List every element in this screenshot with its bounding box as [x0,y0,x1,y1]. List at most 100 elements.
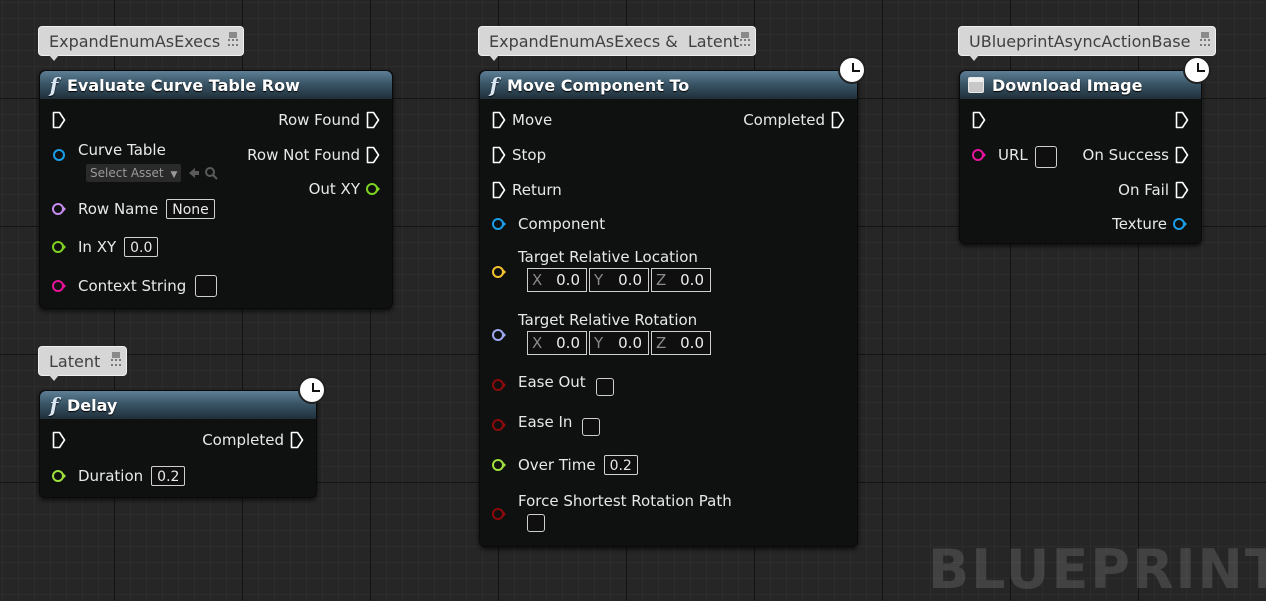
completed-pin[interactable]: Completed [743,109,845,131]
bool-pin-icon[interactable] [492,507,506,521]
completed-pin[interactable]: Completed [202,429,304,451]
pin-comment-icon[interactable] [739,31,751,53]
row-not-found-pin[interactable]: Row Not Found [247,144,380,166]
exec-in-pin[interactable] [972,109,986,131]
ease-out-pin[interactable]: Ease Out [492,373,614,396]
function-icon: f [489,73,499,97]
delay-node[interactable]: f Delay Completed Duration 0.2 [39,390,317,498]
vector2d-pin-icon[interactable] [52,240,66,254]
exec-pin-icon[interactable] [1175,111,1189,129]
comment-bubble-delay[interactable]: Latent [38,346,127,381]
browse-asset-icon[interactable] [204,166,218,180]
rotator-pin-icon[interactable] [492,328,506,342]
exec-pin-icon[interactable] [52,111,66,129]
node-title: Evaluate Curve Table Row [67,75,300,95]
exec-pin-icon[interactable] [831,111,845,129]
vector-pin-icon[interactable] [492,265,506,279]
row-name-field[interactable]: None [166,199,215,219]
name-pin-icon[interactable] [52,202,66,216]
force-shortest-pin[interactable] [492,503,506,525]
exec-pin-icon[interactable] [972,111,986,129]
exec-pin-icon[interactable] [1175,181,1189,199]
row-name-pin[interactable]: Row Name None [52,198,215,220]
rotation-y-field[interactable]: Y 0.0 [589,331,649,355]
row-found-pin[interactable]: Row Found [278,109,380,131]
exec-pin-icon[interactable] [366,146,380,164]
exec-pin-icon[interactable] [492,181,506,199]
vector2d-pin-icon[interactable] [366,182,380,196]
exec-in-pin[interactable] [52,109,66,131]
exec-pin-icon[interactable] [366,111,380,129]
evaluate-curve-table-row-node[interactable]: f Evaluate Curve Table Row Row Found Cur… [39,70,393,309]
rotation-x-field[interactable]: X 0.0 [527,331,587,355]
exec-in-pin[interactable] [52,429,66,451]
comment-bubble-move[interactable]: ExpandEnumAsExecs & Latent [478,26,756,61]
node-header[interactable]: f Delay [40,391,316,419]
pin-label: Force Shortest Rotation Path [518,492,732,510]
object-pin-icon[interactable] [492,217,506,231]
duration-field[interactable]: 0.2 [151,466,186,486]
pin-comment-icon[interactable] [1199,31,1211,53]
ease-in-checkbox[interactable] [582,418,601,436]
float-pin-icon[interactable] [52,469,66,483]
select-asset-dropdown[interactable]: Select Asset ▼ [86,164,182,182]
texture-pin[interactable]: Texture [1112,213,1187,235]
context-string-pin[interactable]: Context String [52,275,218,297]
bool-pin-icon[interactable] [492,378,506,392]
exec-pin-icon[interactable] [290,431,304,449]
latent-clock-icon [298,376,326,404]
force-shortest-checkbox[interactable] [527,514,545,532]
target-rotation-vector[interactable]: X 0.0 Y 0.0 Z 0.0 [527,331,713,355]
target-location-pin[interactable] [492,261,506,283]
node-header[interactable]: f Evaluate Curve Table Row [40,71,392,99]
exec-pin-icon[interactable] [492,111,506,129]
over-time-field[interactable]: 0.2 [603,455,638,475]
location-x-field[interactable]: X 0.0 [527,268,587,292]
string-pin-icon[interactable] [972,148,986,162]
node-title: Delay [67,395,118,415]
float-pin-icon[interactable] [492,458,506,472]
in-xy-pin[interactable]: In XY 0.0 [52,236,159,258]
use-selected-asset-icon[interactable] [186,166,200,180]
ease-out-checkbox[interactable] [595,378,614,396]
duration-pin[interactable]: Duration 0.2 [52,465,186,487]
download-image-node[interactable]: Download Image URL On Success On Fail Te… [959,70,1202,244]
exec-pin-icon[interactable] [1175,146,1189,164]
comment-bubble-evaluate[interactable]: ExpandEnumAsExecs [38,26,244,61]
object-pin-icon[interactable] [52,148,66,162]
on-success-pin[interactable]: On Success [1083,144,1189,166]
on-fail-pin[interactable]: On Fail [1118,179,1189,201]
node-header[interactable]: f Move Component To [480,71,857,99]
rotation-z-field[interactable]: Z 0.0 [651,331,711,355]
curve-table-pin[interactable]: Curve Table [52,141,166,166]
move-pin[interactable]: Move [492,109,552,131]
exec-pin-icon[interactable] [492,146,506,164]
stop-pin[interactable]: Stop [492,144,546,166]
target-location-vector[interactable]: X 0.0 Y 0.0 Z 0.0 [527,268,713,292]
pin-comment-icon[interactable] [110,351,122,373]
pin-comment-icon[interactable] [227,31,239,53]
url-pin[interactable]: URL [972,144,1057,168]
exec-out-pin[interactable] [1175,109,1189,131]
context-string-field[interactable] [195,275,218,297]
comment-text: Latent [49,352,101,371]
node-header[interactable]: Download Image [960,71,1201,99]
exec-pin-icon[interactable] [52,431,66,449]
location-z-field[interactable]: Z 0.0 [651,268,711,292]
component-pin[interactable]: Component [492,213,605,235]
location-y-field[interactable]: Y 0.0 [589,268,649,292]
ease-in-pin[interactable]: Ease In [492,413,601,436]
out-xy-pin[interactable]: Out XY [309,178,380,200]
latent-clock-icon [1183,56,1211,84]
return-pin[interactable]: Return [492,179,562,201]
in-xy-field[interactable]: 0.0 [124,237,159,257]
move-component-to-node[interactable]: f Move Component To Move Completed Stop … [479,70,858,547]
comment-bubble-download[interactable]: UBlueprintAsyncActionBase [958,26,1216,61]
over-time-pin[interactable]: Over Time 0.2 [492,454,638,476]
pin-label: Row Found [278,111,360,129]
object-pin-icon[interactable] [1173,217,1187,231]
string-pin-icon[interactable] [52,279,66,293]
url-field[interactable] [1034,146,1057,168]
bool-pin-icon[interactable] [492,418,506,432]
target-rotation-pin[interactable] [492,324,506,346]
